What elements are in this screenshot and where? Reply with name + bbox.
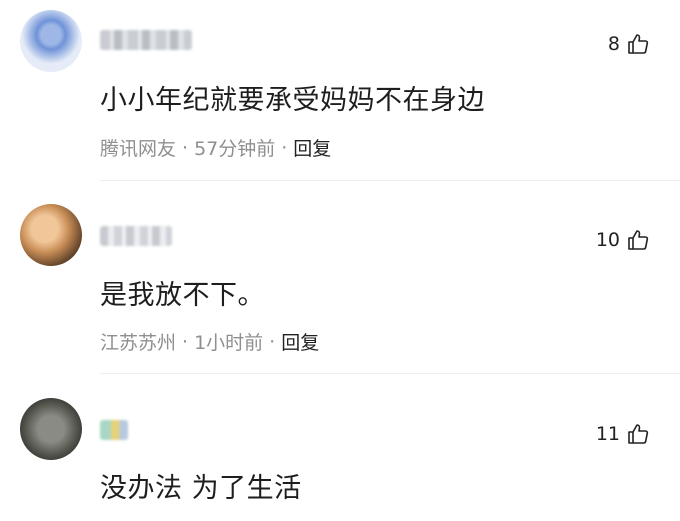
comment-time: 57分钟前 (194, 138, 276, 160)
like-button[interactable]: 11 (596, 422, 650, 446)
avatar[interactable] (20, 398, 82, 460)
like-button[interactable]: 10 (596, 228, 650, 252)
comment-location: 江苏苏州 (100, 332, 177, 354)
like-count: 10 (595, 229, 620, 251)
thumbs-up-icon (628, 230, 649, 250)
like-button[interactable]: 8 (608, 32, 650, 56)
thumbs-up-icon (628, 34, 649, 54)
like-count: 11 (595, 423, 620, 445)
username-blurred[interactable] (100, 30, 192, 50)
like-count: 8 (607, 33, 620, 55)
comment-meta: 江苏苏州 · 1小时前 · 回复 (100, 328, 319, 355)
comment-text: 是我放不下。 (100, 280, 265, 311)
comment-meta: 腾讯网友 · 57分钟前 · 回复 (100, 134, 331, 161)
reply-button[interactable]: 回复 (281, 328, 319, 355)
username-blurred[interactable] (100, 226, 172, 246)
comment-time: 1小时前 (194, 332, 264, 354)
username-blurred[interactable] (100, 420, 128, 440)
avatar[interactable] (20, 204, 82, 266)
meta-separator: · (269, 330, 276, 353)
divider (100, 180, 680, 181)
comment-location: 腾讯网友 (100, 138, 177, 160)
comment-text: 小小年纪就要承受妈妈不在身边 (100, 85, 485, 116)
meta-separator: · (182, 330, 189, 353)
reply-button[interactable]: 回复 (293, 134, 331, 161)
divider (100, 373, 680, 374)
thumbs-up-icon (628, 424, 649, 444)
meta-separator: · (182, 136, 189, 159)
comment-text: 没办法 为了生活 (100, 473, 302, 504)
avatar[interactable] (20, 10, 82, 72)
meta-separator: · (281, 136, 288, 159)
